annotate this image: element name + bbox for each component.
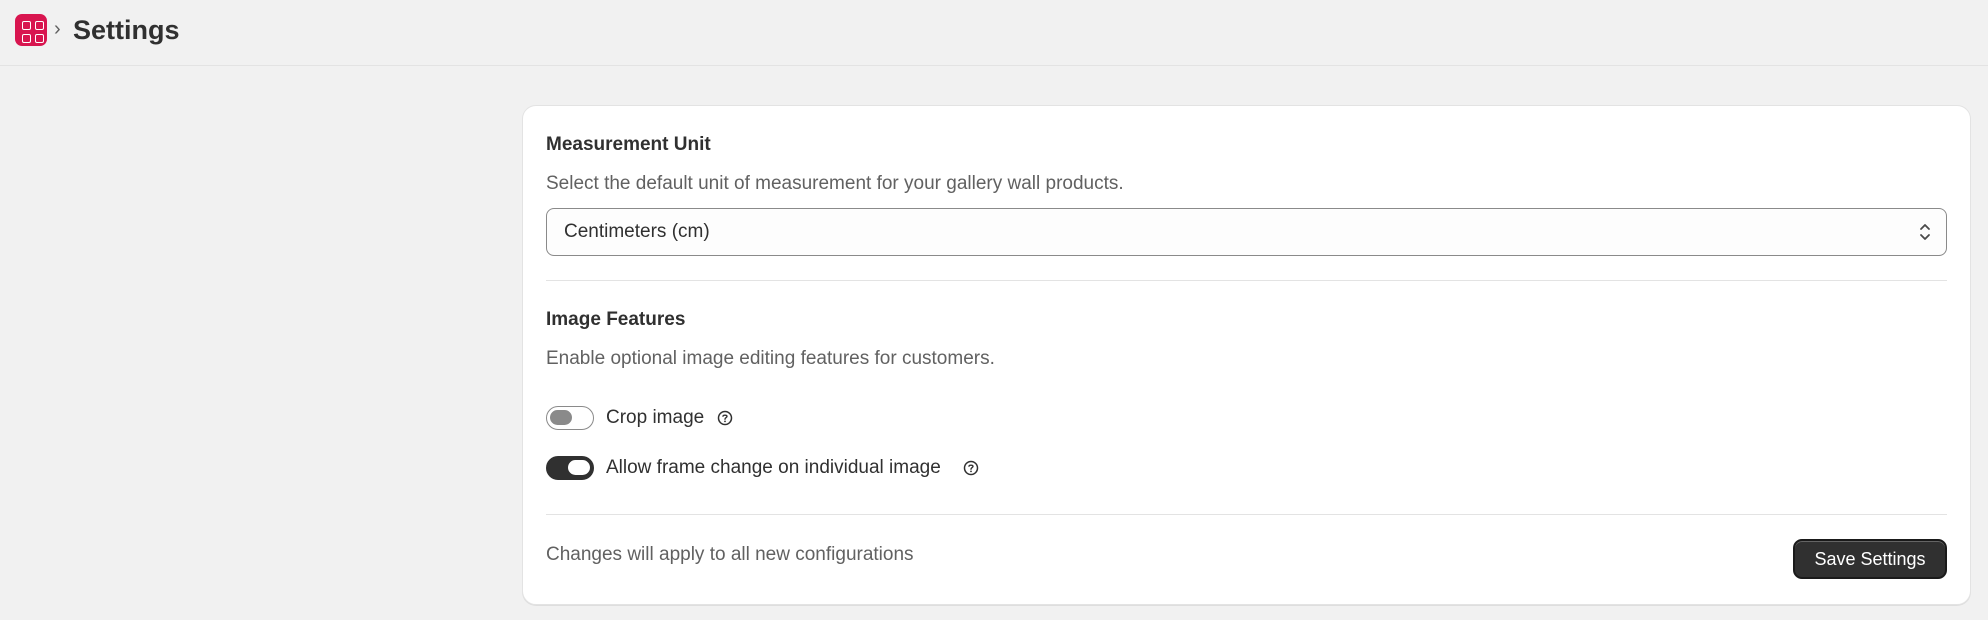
settings-card: Measurement Unit Select the default unit… xyxy=(522,105,1971,605)
measurement-unit-title: Measurement Unit xyxy=(546,134,711,155)
page-title: Settings xyxy=(73,15,180,45)
measurement-unit-select[interactable]: Centimeters (cm) xyxy=(546,208,1947,256)
image-features-title: Image Features xyxy=(546,309,686,330)
measurement-unit-value: Centimeters (cm) xyxy=(564,221,710,242)
frame-change-row: Allow frame change on individual image xyxy=(546,455,980,481)
image-features-description: Enable optional image editing features f… xyxy=(546,348,995,369)
section-divider xyxy=(546,514,1947,515)
frame-change-toggle[interactable] xyxy=(546,456,594,480)
section-divider xyxy=(546,280,1947,281)
measurement-unit-description: Select the default unit of measurement f… xyxy=(546,173,1124,194)
crop-image-row: Crop image xyxy=(546,405,734,431)
question-circle-icon[interactable] xyxy=(716,409,734,427)
save-settings-button[interactable]: Save Settings xyxy=(1793,539,1947,579)
top-bar: › Settings xyxy=(0,0,1988,66)
chevron-right-icon: › xyxy=(54,18,61,40)
app-grid-icon[interactable] xyxy=(15,14,47,46)
question-circle-icon[interactable] xyxy=(962,459,980,477)
chevron-up-down-icon xyxy=(1920,224,1930,240)
footer-note: Changes will apply to all new configurat… xyxy=(546,544,914,565)
frame-change-label: Allow frame change on individual image xyxy=(606,457,941,478)
crop-image-label: Crop image xyxy=(606,407,705,428)
crop-image-toggle[interactable] xyxy=(546,406,594,430)
